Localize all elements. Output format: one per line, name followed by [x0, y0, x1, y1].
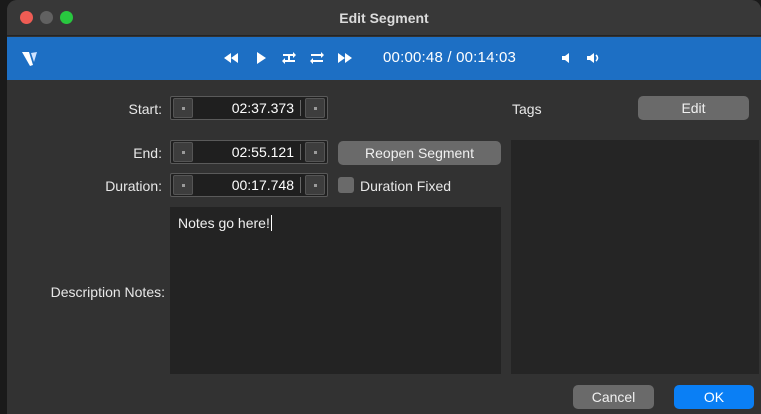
title-bar: Edit Segment [7, 0, 761, 36]
description-notes-label: Description Notes: [50, 284, 165, 300]
notes-text: Notes go here! [178, 215, 270, 231]
playback-toolbar: 00:00:48 / 00:14:03 [7, 37, 761, 80]
duration-increment-button[interactable] [305, 175, 325, 195]
duration-stepper[interactable]: 00:17.748 [170, 173, 328, 197]
tags-label: Tags [512, 101, 542, 117]
end-stepper[interactable]: 02:55.121 [170, 140, 328, 164]
end-label: End: [133, 145, 162, 161]
duration-label: Duration: [105, 178, 162, 194]
edit-segment-window: Edit Segment 00:00:48 / 00:14:03 Start: … [7, 0, 761, 414]
start-stepper[interactable]: 02:37.373 [170, 96, 328, 120]
fast-forward-icon[interactable] [335, 48, 355, 68]
loop-a-icon[interactable] [279, 48, 299, 68]
volume-down-icon[interactable] [558, 48, 578, 68]
duration-fixed-checkbox[interactable] [338, 177, 354, 193]
end-increment-button[interactable] [305, 142, 325, 162]
start-label: Start: [128, 101, 162, 117]
duration-decrement-button[interactable] [173, 175, 193, 195]
loop-b-icon[interactable] [307, 48, 327, 68]
text-caret [270, 215, 272, 231]
tags-list[interactable] [511, 140, 759, 374]
cancel-button[interactable]: Cancel [573, 385, 654, 409]
start-time-field[interactable]: 02:37.373 [197, 100, 301, 116]
window-title: Edit Segment [339, 10, 429, 26]
timecode-readout: 00:00:48 / 00:14:03 [383, 49, 517, 66]
reopen-segment-button[interactable]: Reopen Segment [338, 141, 501, 165]
duration-fixed-label: Duration Fixed [360, 178, 452, 194]
ok-button[interactable]: OK [674, 385, 754, 409]
description-notes-textarea[interactable]: Notes go here! [170, 207, 501, 374]
start-increment-button[interactable] [305, 98, 325, 118]
edit-tags-button[interactable]: Edit [638, 96, 749, 120]
play-icon[interactable] [251, 48, 271, 68]
app-logo-icon [19, 48, 41, 70]
volume-up-icon[interactable] [584, 48, 604, 68]
end-decrement-button[interactable] [173, 142, 193, 162]
end-time-field[interactable]: 02:55.121 [197, 144, 301, 160]
start-decrement-button[interactable] [173, 98, 193, 118]
rewind-icon[interactable] [221, 48, 241, 68]
duration-time-field[interactable]: 00:17.748 [197, 177, 301, 193]
